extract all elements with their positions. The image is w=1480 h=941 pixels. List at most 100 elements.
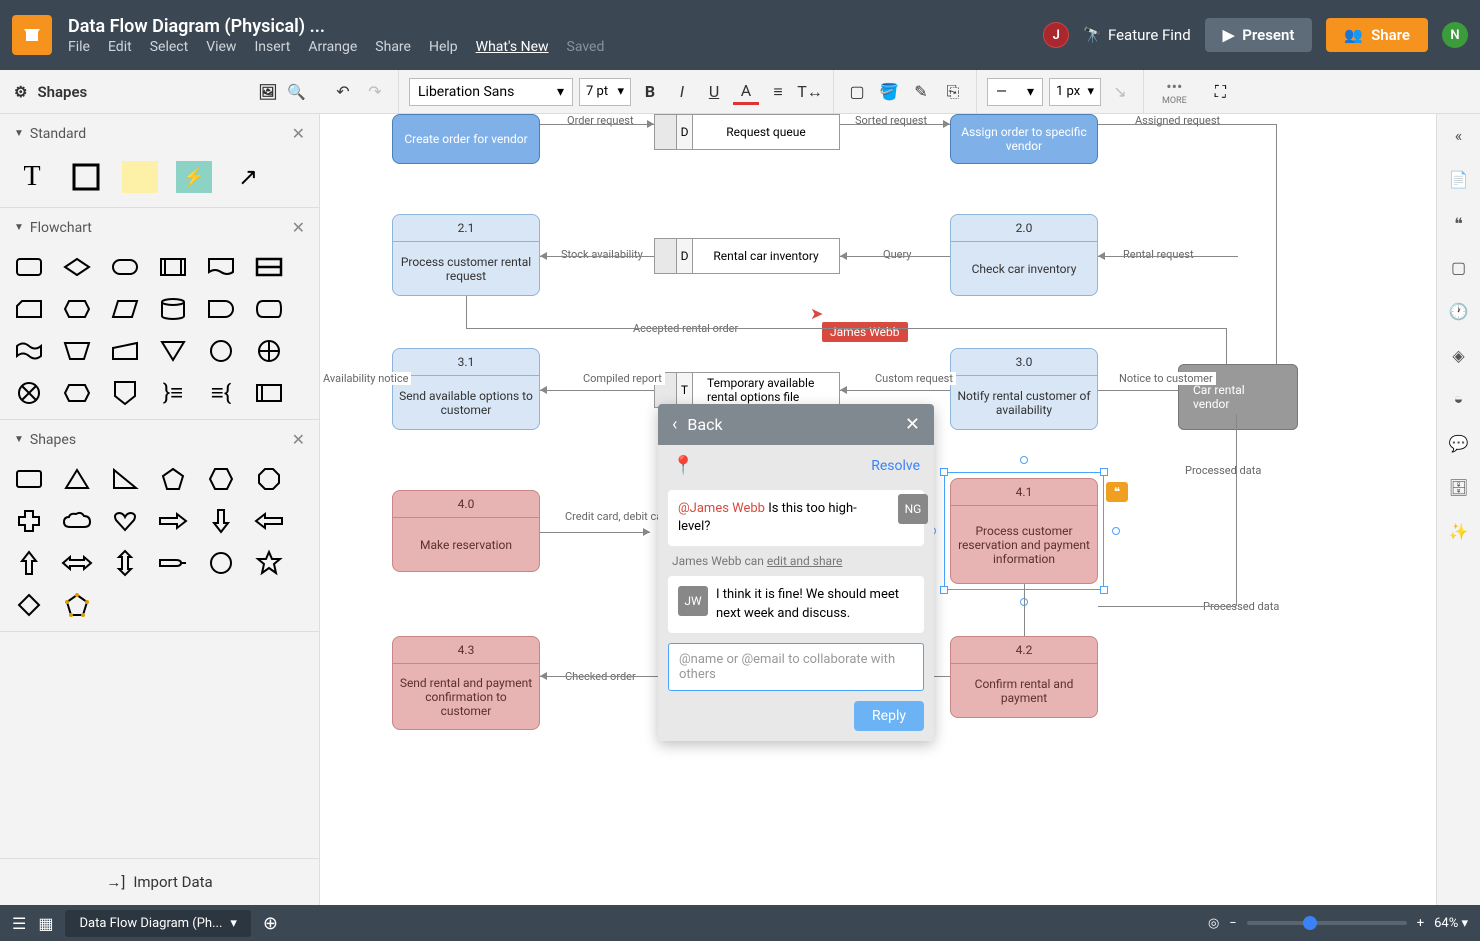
close-icon[interactable]: ✕ [292,124,305,143]
flowchart-summing[interactable] [254,339,284,363]
zoom-level[interactable]: 64% ▾ [1434,916,1468,931]
gear-icon[interactable]: ⚙ [14,83,27,101]
flowchart-decision[interactable] [62,255,92,279]
rect-shape[interactable] [68,161,104,193]
shape-arrow-ud[interactable] [110,551,140,575]
zoom-slider[interactable] [1247,921,1407,925]
comment-badge-icon[interactable]: ❝ [1106,482,1128,502]
flowchart-delay[interactable] [206,297,236,321]
node-42[interactable]: 4.2Confirm rental and payment [950,636,1098,718]
close-icon[interactable]: ✕ [905,414,920,435]
flowchart-manual-input[interactable] [110,339,140,363]
menu-insert[interactable]: Insert [254,39,290,55]
section-shapes[interactable]: ▼Shapes✕ [0,420,319,459]
bucket-icon[interactable]: 🪣 [876,79,902,105]
shape-rect[interactable] [14,467,44,491]
shape-cross[interactable] [14,509,44,533]
flowchart-process[interactable] [14,255,44,279]
shape-cloud[interactable] [62,509,92,533]
menu-edit[interactable]: Edit [108,39,132,55]
shape-arrow-left[interactable] [254,509,284,533]
flowchart-offpage[interactable] [110,381,140,405]
database-icon[interactable]: 🗄 [1448,476,1470,498]
shape-pentagon[interactable] [158,467,188,491]
line-style-select[interactable]: —▾ [987,78,1043,106]
user-avatar-n[interactable]: N [1442,22,1468,48]
datastore-inventory[interactable]: DRental car inventory [654,238,840,274]
flowchart-manual-op[interactable] [62,339,92,363]
line-color-button[interactable]: ✎ [908,79,934,105]
shape-options-button[interactable]: ⎘ [940,79,966,105]
import-data-button[interactable]: →] Import Data [0,858,319,905]
grid-icon[interactable]: ▦ [38,914,53,933]
document-icon[interactable]: 📄 [1448,168,1470,190]
fullscreen-button[interactable]: ⛶ [1205,82,1236,102]
flowchart-merge[interactable] [158,339,188,363]
arrow-line-shape[interactable]: ↗ [230,161,266,193]
chat-icon[interactable]: 💬 [1448,432,1470,454]
section-standard[interactable]: ▼Standard✕ [0,114,319,153]
shape-polygon[interactable] [62,593,92,617]
presentation-icon[interactable]: ▢ [1448,256,1470,278]
close-icon[interactable]: ✕ [292,430,305,449]
node-21[interactable]: 2.1Process customer rental request [392,214,540,296]
shape-arrow-up[interactable] [14,551,44,575]
flowchart-document[interactable] [206,255,236,279]
flowchart-sort[interactable] [62,381,92,405]
drop-icon[interactable]: ◒ [1448,388,1470,410]
flowchart-database[interactable] [158,297,188,321]
menu-select[interactable]: Select [150,39,188,55]
shape-star[interactable] [254,551,284,575]
list-icon[interactable]: ☰ [12,914,26,933]
layers-icon[interactable]: ◈ [1448,344,1470,366]
arrow-style-button[interactable]: ↘ [1107,79,1133,105]
line-width-select[interactable]: 1 px▾ [1049,78,1101,106]
sparkle-icon[interactable]: ✨ [1448,520,1470,542]
flowchart-internal[interactable] [254,381,284,405]
shape-heart[interactable] [110,509,140,533]
text-tool[interactable]: T [14,161,50,193]
node-20[interactable]: 2.0Check car inventory [950,214,1098,296]
shape-callout-arrow[interactable] [158,551,188,575]
flowchart-predefined[interactable] [158,255,188,279]
datastore-request-queue[interactable]: DRequest queue [654,114,840,150]
close-icon[interactable]: ✕ [292,218,305,237]
align-button[interactable]: ≡ [765,79,791,105]
search-icon[interactable]: 🔍 [287,83,306,101]
back-icon[interactable]: ‹ [672,414,677,435]
flowchart-connector[interactable] [206,339,236,363]
font-size-select[interactable]: 7 pt▾ [579,78,631,106]
shape-right-triangle[interactable] [110,467,140,491]
menu-arrange[interactable]: Arrange [308,39,357,55]
menu-file[interactable]: File [68,39,90,55]
quote-icon[interactable]: ❝ [1448,212,1470,234]
node-40[interactable]: 4.0Make reservation [392,490,540,572]
shape-triangle[interactable] [62,467,92,491]
section-flowchart[interactable]: ▼Flowchart✕ [0,208,319,247]
menu-share[interactable]: Share [375,39,411,55]
text-color-button[interactable]: A [733,79,759,105]
resolve-button[interactable]: Resolve [871,458,920,474]
more-button[interactable]: •••MORE [1154,77,1195,106]
flowchart-annotation[interactable] [254,255,284,279]
flowchart-preparation[interactable] [62,297,92,321]
target-icon[interactable]: ◎ [1208,916,1219,931]
flowchart-data[interactable] [110,297,140,321]
flowchart-brace-left[interactable]: ≡{ [206,381,236,405]
present-button[interactable]: ▶ Present [1205,18,1313,52]
shape-diamond[interactable] [14,593,44,617]
datastore-temp[interactable]: TTemporary available rental options file [654,372,840,408]
font-select[interactable]: Liberation Sans▾ [409,78,573,106]
zoom-in-button[interactable]: + [1417,916,1424,931]
flowchart-display[interactable] [254,297,284,321]
share-button[interactable]: 👥 Share [1326,18,1428,52]
shape-arrow-down[interactable] [206,509,236,533]
collaborator-avatar-j[interactable]: J [1043,22,1069,48]
canvas[interactable]: Create order for vendor DRequest queue A… [320,114,1436,905]
document-title[interactable]: Data Flow Diagram (Physical) ... [68,16,1043,37]
shape-arrow-lr[interactable] [62,551,92,575]
redo-button[interactable]: ↷ [362,79,388,105]
shape-circle[interactable] [206,551,236,575]
clock-icon[interactable]: 🕐 [1448,300,1470,322]
comment-input[interactable]: @name or @email to collaborate with othe… [668,643,924,691]
